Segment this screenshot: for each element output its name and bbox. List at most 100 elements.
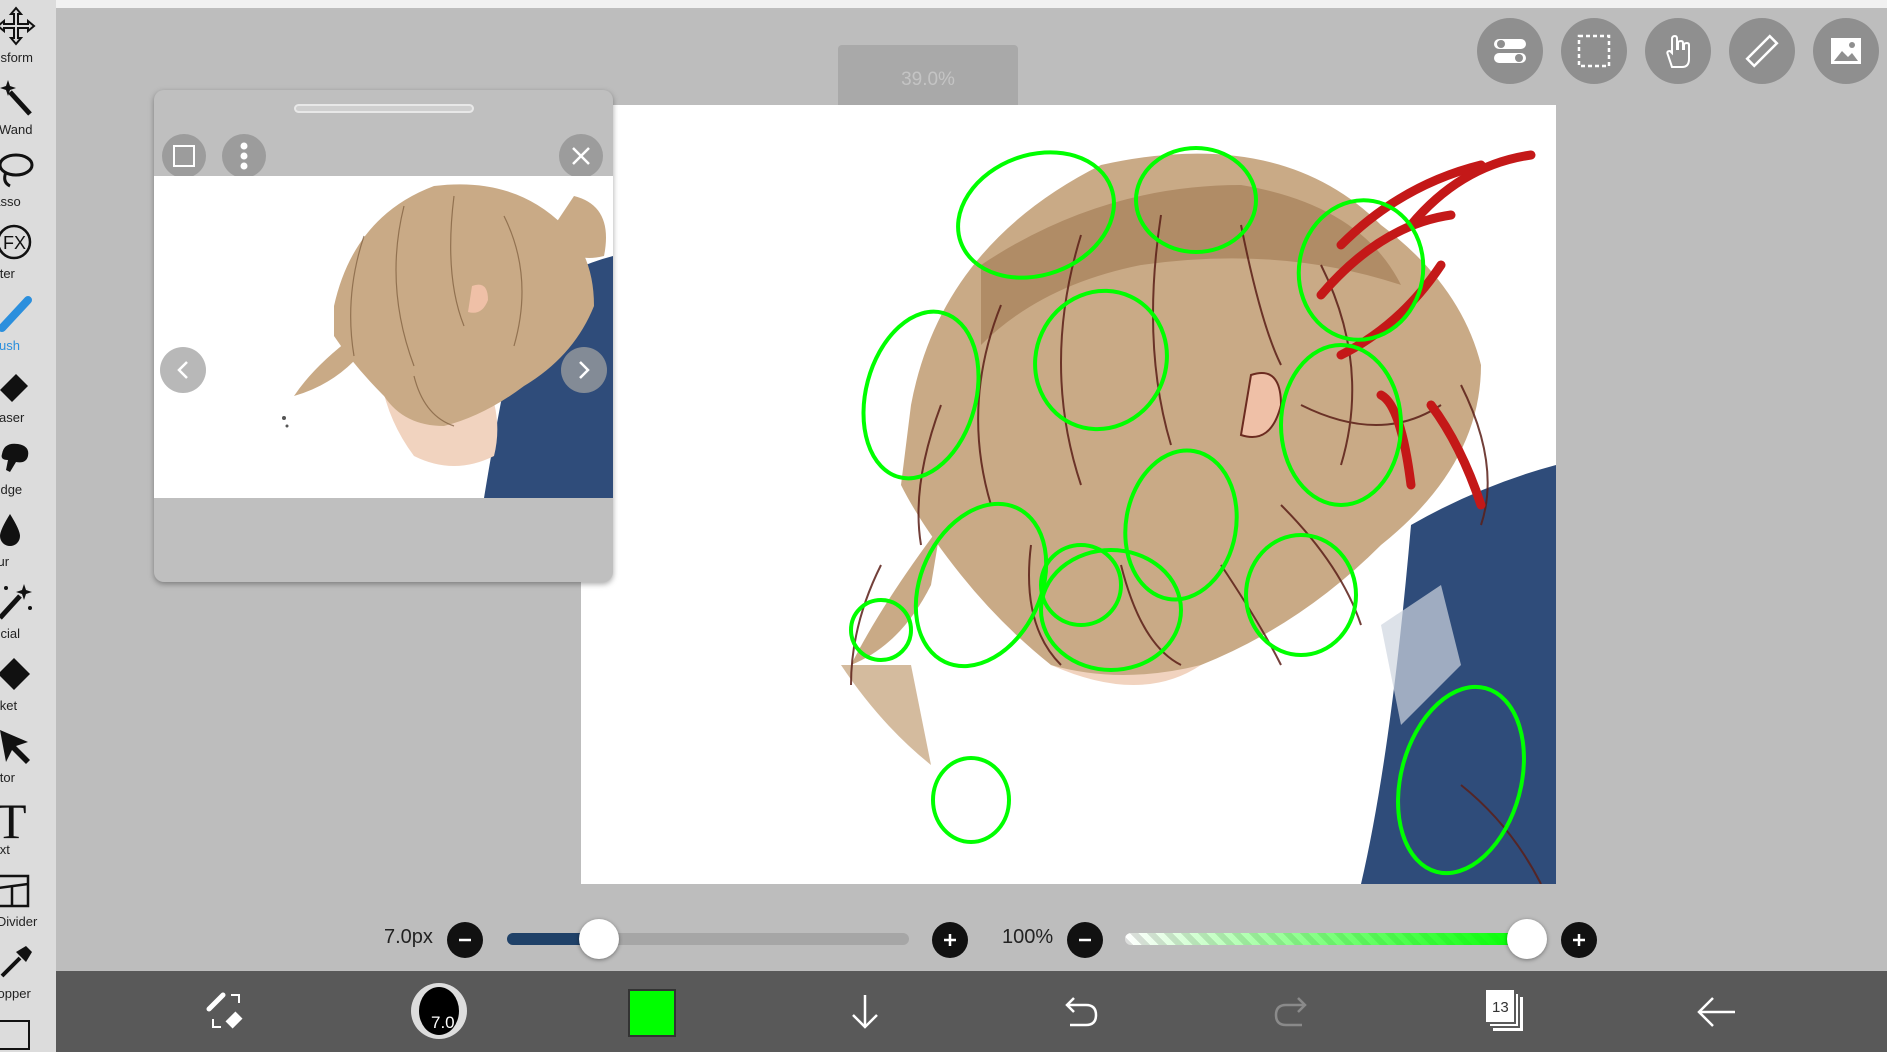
brush-preview-button[interactable]: 7.0 (411, 983, 467, 1039)
tool-label: Filter (0, 266, 15, 281)
reference-menu-button[interactable] (222, 134, 266, 178)
tool-special[interactable]: pecial (0, 576, 56, 648)
reference-window[interactable] (154, 90, 613, 582)
frame-divider-icon (0, 874, 30, 908)
artwork-illustration (841, 146, 1556, 884)
brush-size-increase-button[interactable] (932, 922, 968, 958)
tool-eyedropper[interactable]: dropper (0, 936, 56, 1008)
swap-tool-button[interactable] (201, 987, 251, 1037)
eraser-icon (0, 374, 28, 402)
tool-magic-wand[interactable]: ic Wand (0, 72, 56, 144)
undo-button[interactable] (1054, 987, 1104, 1037)
layers-button[interactable]: 13 (1483, 987, 1527, 1037)
selector-arrow-icon (0, 730, 30, 764)
hand-tool-button[interactable] (1645, 18, 1711, 84)
opacity-increase-button[interactable] (1561, 922, 1597, 958)
brush-size-decrease-button[interactable] (447, 922, 483, 958)
magic-wand-icon (0, 80, 32, 116)
tool-filter[interactable]: FX Filter (0, 216, 56, 288)
tool-eraser[interactable]: Eraser (0, 360, 56, 432)
plus-icon (944, 934, 956, 946)
ruler-button[interactable] (1729, 18, 1795, 84)
arrow-left-icon (1697, 997, 1735, 1027)
tool-label: Lasso (0, 194, 21, 209)
tool-label: nudge (0, 482, 23, 497)
opacity-decrease-button[interactable] (1067, 922, 1103, 958)
layers-count: 13 (1492, 999, 1509, 1016)
tool-transform[interactable]: ansform (0, 0, 56, 72)
tool-label: Text (0, 842, 10, 857)
tool-brush[interactable]: Brush (0, 288, 56, 360)
svg-text:FX: FX (3, 233, 26, 253)
brush-icon (0, 296, 32, 332)
tool-frame-divider[interactable]: e Divider (0, 864, 56, 936)
chevron-right-icon (579, 361, 590, 379)
bucket-icon (0, 658, 30, 690)
brush-preview-value: 7.0 (431, 1013, 455, 1032)
reference-artwork (282, 184, 613, 498)
tool-blur[interactable]: Blur (0, 504, 56, 576)
bottom-toolbar: 7.0 13 (56, 971, 1887, 1052)
download-button[interactable] (840, 987, 890, 1037)
tool-label: ic Wand (0, 122, 33, 137)
tool-label: dropper (0, 986, 31, 1001)
smudge-icon (1, 443, 29, 472)
tool-bucket[interactable]: ucket (0, 648, 56, 720)
tool-smudge[interactable]: nudge (0, 432, 56, 504)
top-status-strip (56, 0, 1887, 8)
left-toolbar: ansform ic Wand Lasso FX Filter Brush Er… (0, 0, 56, 1052)
tool-label: Eraser (0, 410, 25, 425)
tool-label: e Divider (0, 914, 38, 929)
tool-text[interactable]: T Text (0, 792, 56, 864)
brush-size-label: 7.0px (384, 926, 433, 948)
move-icon (0, 6, 36, 46)
tool-selector[interactable]: ector (0, 720, 56, 792)
reference-next-button[interactable] (561, 347, 607, 393)
opacity-knob[interactable] (1507, 919, 1547, 959)
eyedropper-icon (0, 946, 32, 978)
blur-drop-icon (0, 514, 20, 546)
reference-fit-button[interactable] (162, 134, 206, 178)
opacity-label: 100% (1002, 926, 1054, 948)
hand-icon (1666, 34, 1690, 68)
redo-button[interactable] (1268, 987, 1318, 1037)
undo-icon (1065, 997, 1098, 1027)
settings-toggle-button[interactable] (1477, 18, 1543, 84)
back-button[interactable] (1691, 987, 1741, 1037)
selection-icon (1577, 34, 1611, 68)
minus-icon (1079, 938, 1091, 942)
reference-close-button[interactable] (559, 134, 603, 178)
toggle-icon (1494, 39, 1526, 63)
special-wand-icon (0, 584, 32, 620)
reference-drag-handle[interactable] (294, 104, 474, 113)
lasso-icon (0, 153, 34, 188)
tool-lasso[interactable]: Lasso (0, 144, 56, 216)
color-swatch-button[interactable] (628, 989, 676, 1037)
chevron-left-icon (177, 361, 188, 379)
more-vertical-icon (240, 142, 248, 170)
brush-size-knob[interactable] (579, 919, 620, 959)
tool-label: Brush (0, 338, 20, 353)
more-tools-icon (0, 1020, 30, 1050)
reference-prev-button[interactable] (160, 347, 206, 393)
image-button[interactable] (1813, 18, 1879, 84)
drawing-canvas[interactable] (581, 105, 1556, 884)
tool-label: ansform (0, 50, 33, 65)
fx-icon: FX (0, 224, 32, 260)
image-icon (1831, 38, 1861, 64)
close-icon (572, 147, 590, 165)
square-icon (173, 145, 195, 167)
ruler-icon (1745, 34, 1779, 68)
opacity-gradient-fill (1125, 933, 1527, 945)
tool-label: ector (0, 770, 15, 785)
tool-label: Blur (0, 554, 10, 569)
tool-label: pecial (0, 626, 20, 641)
plus-icon (1573, 934, 1585, 946)
arrow-down-icon (852, 995, 878, 1029)
redo-icon (1274, 997, 1307, 1027)
brush-eraser-swap-icon (206, 992, 243, 1029)
tool-label: ucket (0, 698, 18, 713)
reference-image (154, 176, 613, 498)
minus-icon (459, 938, 471, 942)
selection-button[interactable] (1561, 18, 1627, 84)
